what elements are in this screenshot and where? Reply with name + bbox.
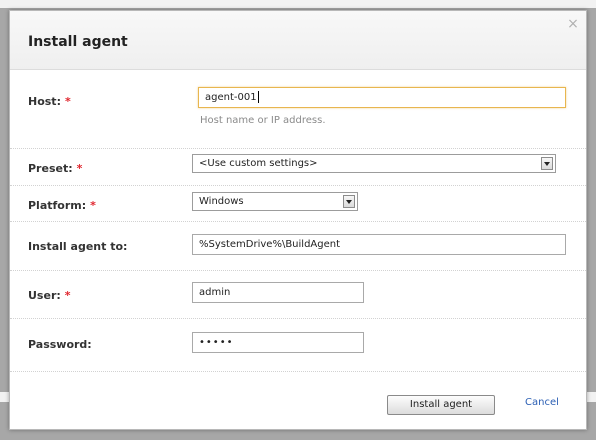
- cancel-link[interactable]: Cancel: [525, 397, 559, 408]
- chevron-down-icon[interactable]: [541, 157, 553, 170]
- required-marker: *: [64, 95, 71, 108]
- preset-selected-value: <Use custom settings>: [199, 158, 318, 169]
- user-input[interactable]: admin: [192, 282, 364, 303]
- dialog-header: Install agent ×: [10, 11, 586, 70]
- install-agent-dialog: Install agent × Host: * agent-001 Host na…: [9, 10, 587, 430]
- close-icon[interactable]: ×: [566, 17, 580, 31]
- password-row: Password: •••••: [10, 318, 586, 372]
- platform-select[interactable]: Windows: [192, 192, 358, 211]
- text-cursor: [257, 91, 259, 103]
- install-path-label: Install agent to:: [28, 240, 128, 253]
- background-page-top: [0, 0, 596, 8]
- platform-selected-value: Windows: [199, 196, 244, 207]
- install-path-row: Install agent to: %SystemDrive%\BuildAge…: [10, 221, 586, 271]
- install-path-input[interactable]: %SystemDrive%\BuildAgent: [192, 234, 566, 255]
- chevron-down-icon[interactable]: [343, 195, 355, 208]
- install-agent-button[interactable]: Install agent: [387, 395, 495, 415]
- platform-label: Platform: *: [28, 199, 96, 212]
- password-input[interactable]: •••••: [192, 332, 364, 353]
- dialog-title: Install agent: [28, 34, 128, 50]
- required-marker: *: [64, 289, 71, 302]
- preset-row: Preset: * <Use custom settings>: [10, 148, 586, 186]
- host-input[interactable]: agent-001: [198, 87, 566, 108]
- required-marker: *: [90, 199, 96, 212]
- host-row: Host: * agent-001 Host name or IP address…: [10, 69, 586, 149]
- host-label: Host: *: [28, 95, 71, 108]
- required-marker: *: [76, 162, 83, 175]
- user-row: User: * admin: [10, 270, 586, 319]
- preset-label: Preset: *: [28, 162, 83, 175]
- platform-row: Platform: * Windows: [10, 185, 586, 222]
- password-label: Password:: [28, 338, 92, 351]
- user-label: User: *: [28, 289, 71, 302]
- preset-select[interactable]: <Use custom settings>: [192, 154, 556, 173]
- host-hint: Host name or IP address.: [200, 115, 326, 126]
